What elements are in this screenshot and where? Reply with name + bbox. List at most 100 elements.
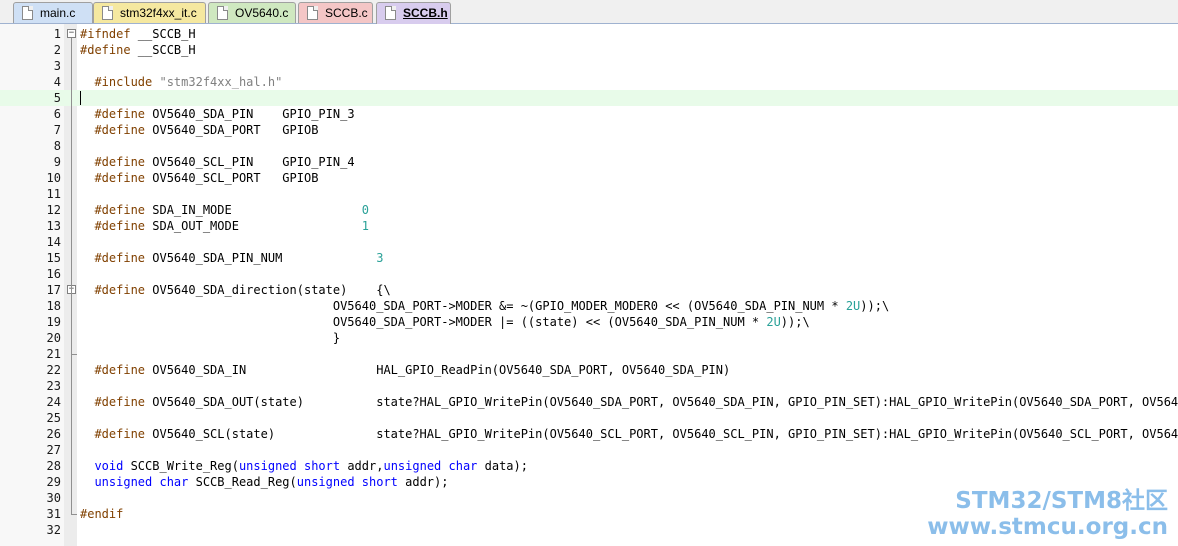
code-line[interactable]: 12 #define SDA_IN_MODE 0 xyxy=(0,202,1178,218)
code-token: 3 xyxy=(376,251,384,265)
code-text: OV5640_SDA_PORT->MODER &= ~(GPIO_MODER_M… xyxy=(80,298,889,314)
code-token: SCCB_Write_Reg( xyxy=(123,459,239,473)
code-line[interactable]: 17− #define OV5640_SDA_direction(state) … xyxy=(0,282,1178,298)
code-token: #define xyxy=(94,123,153,137)
code-token: 2U xyxy=(766,315,781,329)
file-icon xyxy=(22,6,33,20)
code-token: unsigned char xyxy=(94,475,189,489)
line-number: 9 xyxy=(53,155,61,169)
code-line[interactable]: 18 OV5640_SDA_PORT->MODER &= ~(GPIO_MODE… xyxy=(0,298,1178,314)
code-line[interactable]: 26 #define OV5640_SCL(state) state?HAL_G… xyxy=(0,426,1178,442)
code-text: unsigned char SCCB_Read_Reg(unsigned sho… xyxy=(80,474,448,490)
code-editor[interactable]: 1− #ifndef __SCCB_H 2 #define __SCCB_H 3 4 #i… xyxy=(0,24,1178,546)
code-line[interactable]: 20 } xyxy=(0,330,1178,346)
tab-sccb-c[interactable]: SCCB.c xyxy=(298,2,373,23)
code-token: #define xyxy=(94,363,153,377)
code-line[interactable]: 22 #define OV5640_SDA_IN HAL_GPIO_ReadPi… xyxy=(0,362,1178,378)
code-token: ));\ xyxy=(860,299,890,313)
code-text: #define SDA_IN_MODE 0 xyxy=(80,202,369,218)
code-line[interactable]: 10 #define OV5640_SCL_PORT GPIOB xyxy=(0,170,1178,186)
line-number: 20 xyxy=(46,331,61,345)
code-token: OV5640_SCL(state) state?HAL_GPIO_WritePi… xyxy=(152,427,1178,441)
code-token: #define xyxy=(94,155,153,169)
code-line[interactable]: 7 #define OV5640_SDA_PORT GPIOB xyxy=(0,122,1178,138)
code-line[interactable]: 24 #define OV5640_SDA_OUT(state) state?H… xyxy=(0,394,1178,410)
code-line[interactable]: 13 #define SDA_OUT_MODE 1 xyxy=(0,218,1178,234)
code-token: #define xyxy=(94,427,153,441)
code-token: OV5640_SDA_direction(state) {\ xyxy=(152,283,391,297)
code-token: #define xyxy=(94,251,153,265)
tab-stm32f4xx-it-c[interactable]: stm32f4xx_it.c xyxy=(93,2,206,23)
code-line[interactable]: 5 xyxy=(0,90,1178,106)
code-line[interactable]: 6 #define OV5640_SDA_PIN GPIO_PIN_3 xyxy=(0,106,1178,122)
tab-ov5640-c[interactable]: OV5640.c xyxy=(208,2,296,23)
code-line[interactable]: 16 xyxy=(0,266,1178,282)
line-number: 18 xyxy=(46,299,61,313)
code-token: 0 xyxy=(361,203,369,217)
code-text: #endif xyxy=(80,506,123,522)
code-line[interactable]: 4 #include "stm32f4xx_hal.h" xyxy=(0,74,1178,90)
code-text: #define OV5640_SDA_IN HAL_GPIO_ReadPin(O… xyxy=(80,362,730,378)
code-line[interactable]: 9 #define OV5640_SCL_PIN GPIO_PIN_4 xyxy=(0,154,1178,170)
code-line[interactable]: 28 void SCCB_Write_Reg(unsigned short ad… xyxy=(0,458,1178,474)
code-line[interactable]: 15 #define OV5640_SDA_PIN_NUM 3 xyxy=(0,250,1178,266)
code-token: OV5640_SDA_PIN GPIO_PIN_3 xyxy=(152,107,355,121)
code-text: #include "stm32f4xx_hal.h" xyxy=(80,74,282,90)
line-number: 5 xyxy=(53,91,61,105)
code-line[interactable]: 2 #define __SCCB_H xyxy=(0,42,1178,58)
line-number: 12 xyxy=(46,203,61,217)
tab-label: SCCB.h xyxy=(403,6,448,20)
code-line[interactable]: 14 xyxy=(0,234,1178,250)
tab-main-c[interactable]: main.c xyxy=(13,2,93,23)
code-line[interactable]: 11 xyxy=(0,186,1178,202)
code-token: #define xyxy=(94,283,153,297)
line-number: 21 xyxy=(46,347,61,361)
watermark-line-2: www.stmcu.org.cn xyxy=(927,514,1168,540)
code-token: SDA_OUT_MODE xyxy=(152,219,362,233)
tab-label: main.c xyxy=(40,6,76,20)
line-number: 4 xyxy=(53,75,61,89)
line-number: 24 xyxy=(46,395,61,409)
code-line[interactable]: 3 xyxy=(0,58,1178,74)
tab-sccb-h[interactable]: SCCB.h xyxy=(376,2,451,24)
code-text: #define OV5640_SDA_direction(state) {\ xyxy=(80,282,391,298)
code-token: OV5640_SCL_PORT GPIOB xyxy=(152,171,319,185)
code-token: OV5640_SCL_PIN GPIO_PIN_4 xyxy=(152,155,355,169)
code-token: OV5640_SDA_PORT GPIOB xyxy=(152,123,319,137)
code-line[interactable]: 21 xyxy=(0,346,1178,362)
line-number: 2 xyxy=(53,43,61,57)
code-text: #define OV5640_SCL_PIN GPIO_PIN_4 xyxy=(80,154,355,170)
fold-guide xyxy=(71,294,72,354)
code-line[interactable]: 25 xyxy=(0,410,1178,426)
code-text: #ifndef __SCCB_H xyxy=(80,26,196,42)
code-token: #define xyxy=(94,171,153,185)
code-text: #define OV5640_SCL_PORT GPIOB xyxy=(80,170,318,186)
code-token: "stm32f4xx_hal.h" xyxy=(159,75,283,89)
fold-end-marker xyxy=(71,354,77,355)
line-number: 10 xyxy=(46,171,61,185)
line-number: 8 xyxy=(53,139,61,153)
line-number: 16 xyxy=(46,267,61,281)
code-line[interactable]: 19 OV5640_SDA_PORT->MODER |= ((state) <<… xyxy=(0,314,1178,330)
code-token: 1 xyxy=(361,219,369,233)
code-line[interactable]: 1− #ifndef __SCCB_H xyxy=(0,26,1178,42)
tab-bar: main.c stm32f4xx_it.c OV5640.c SCCB.c SCCB.h xyxy=(0,0,1178,24)
fold-toggle-icon[interactable]: − xyxy=(67,29,76,38)
code-token: OV5640_SDA_PORT->MODER |= ((state) << (O… xyxy=(80,315,767,329)
line-number: 19 xyxy=(46,315,61,329)
code-line[interactable]: 23 xyxy=(0,378,1178,394)
fold-end-marker xyxy=(71,514,77,515)
code-token: #define xyxy=(94,203,153,217)
code-token: #include xyxy=(94,75,160,89)
line-number: 1 xyxy=(53,27,61,41)
code-line[interactable]: 27 xyxy=(0,442,1178,458)
code-text: #define __SCCB_H xyxy=(80,42,196,58)
code-line[interactable]: 8 xyxy=(0,138,1178,154)
